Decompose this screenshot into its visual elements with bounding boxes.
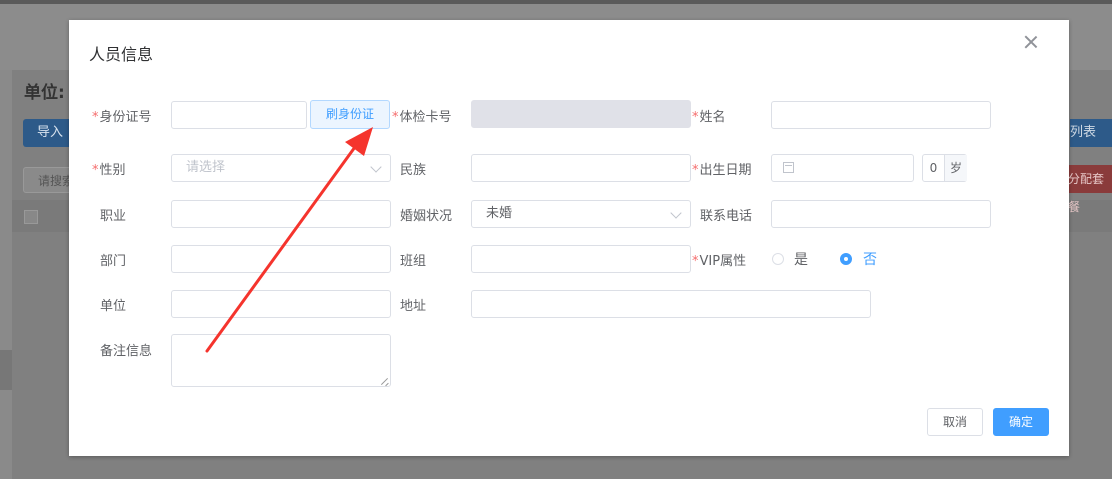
annotation-arrow-icon [205,127,373,353]
